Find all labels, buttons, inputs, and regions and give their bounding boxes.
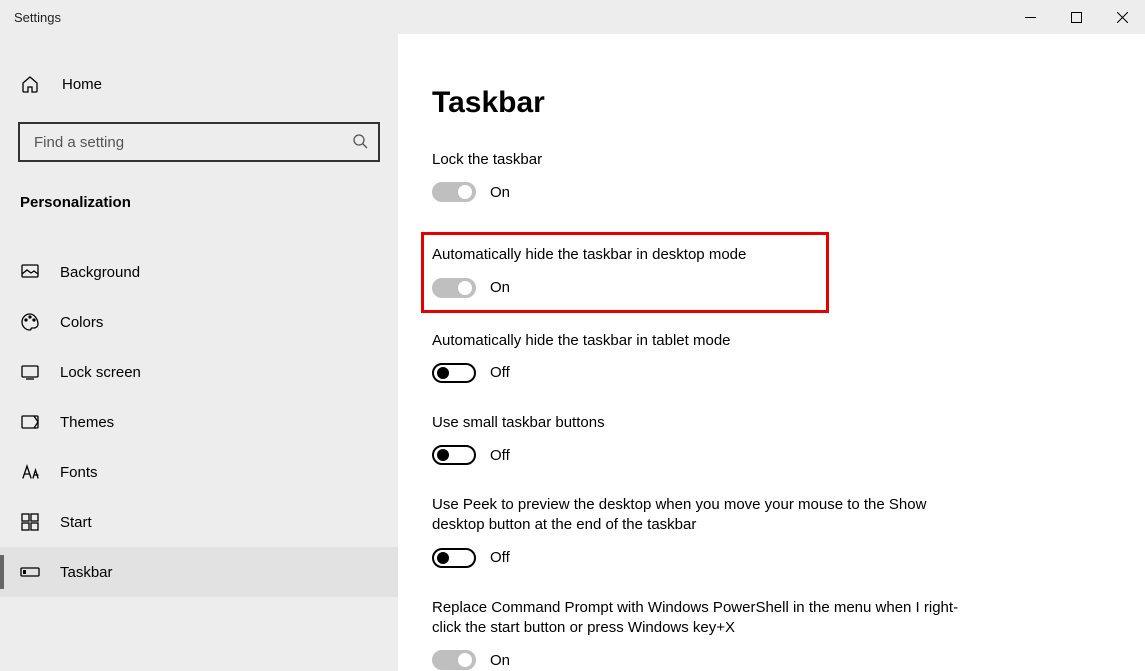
lockscreen-icon [20,362,40,382]
content: Taskbar Lock the taskbar On Automaticall… [398,34,1145,671]
setting-label: Use Peek to preview the desktop when you… [432,495,972,536]
toggle-state: Off [490,364,510,381]
page-title: Taskbar [432,86,1145,120]
toggle-autohide-desktop[interactable] [432,278,476,298]
search-icon [352,133,368,152]
sidebar-item-background[interactable]: Background [0,247,398,297]
toggle-state: On [490,279,510,296]
minimize-button[interactable] [1007,0,1053,34]
window-controls [1007,0,1145,34]
themes-icon [20,412,40,432]
toggle-state: On [490,652,510,669]
colors-icon [20,312,40,332]
setting-label: Automatically hide the taskbar in tablet… [432,331,972,351]
sidebar-item-lockscreen[interactable]: Lock screen [0,347,398,397]
toggle-peek[interactable] [432,548,476,568]
setting-label: Automatically hide the taskbar in deskto… [432,245,818,265]
setting-autohide-tablet: Automatically hide the taskbar in tablet… [432,331,972,383]
setting-autohide-desktop: Automatically hide the taskbar in deskto… [432,245,818,297]
sidebar-home-label: Home [62,76,102,93]
search-box[interactable] [18,122,380,162]
setting-small-buttons: Use small taskbar buttons Off [432,413,972,465]
sidebar-item-label: Taskbar [60,564,113,581]
toggle-autohide-tablet[interactable] [432,363,476,383]
start-icon [20,512,40,532]
setting-label: Lock the taskbar [432,150,972,170]
sidebar-item-label: Colors [60,314,103,331]
sidebar-item-taskbar[interactable]: Taskbar [0,547,398,597]
toggle-small-buttons[interactable] [432,445,476,465]
sidebar-item-themes[interactable]: Themes [0,397,398,447]
sidebar-item-fonts[interactable]: Fonts [0,447,398,497]
toggle-state: Off [490,447,510,464]
sidebar-item-start[interactable]: Start [0,497,398,547]
toggle-state: On [490,184,510,201]
sidebar-item-label: Fonts [60,464,98,481]
toggle-powershell[interactable] [432,650,476,670]
toggle-lock-taskbar[interactable] [432,182,476,202]
setting-label: Replace Command Prompt with Windows Powe… [432,598,972,639]
titlebar: Settings [0,0,1145,34]
setting-powershell: Replace Command Prompt with Windows Powe… [432,598,972,671]
sidebar-section-label: Personalization [0,182,398,221]
toggle-state: Off [490,549,510,566]
setting-peek: Use Peek to preview the desktop when you… [432,495,972,568]
home-icon [20,74,40,94]
search-input[interactable] [34,134,352,151]
fonts-icon [20,462,40,482]
sidebar-home[interactable]: Home [0,64,398,104]
sidebar-item-label: Themes [60,414,114,431]
close-button[interactable] [1099,0,1145,34]
highlight-annotation: Automatically hide the taskbar in deskto… [421,232,829,312]
setting-label: Use small taskbar buttons [432,413,972,433]
sidebar-item-label: Start [60,514,92,531]
sidebar-item-colors[interactable]: Colors [0,297,398,347]
taskbar-icon [20,562,40,582]
background-icon [20,262,40,282]
sidebar: Home Personalization Background Colors [0,34,398,671]
setting-lock-taskbar: Lock the taskbar On [432,150,972,202]
sidebar-item-label: Background [60,264,140,281]
window-title: Settings [14,10,61,25]
sidebar-item-label: Lock screen [60,364,141,381]
maximize-button[interactable] [1053,0,1099,34]
